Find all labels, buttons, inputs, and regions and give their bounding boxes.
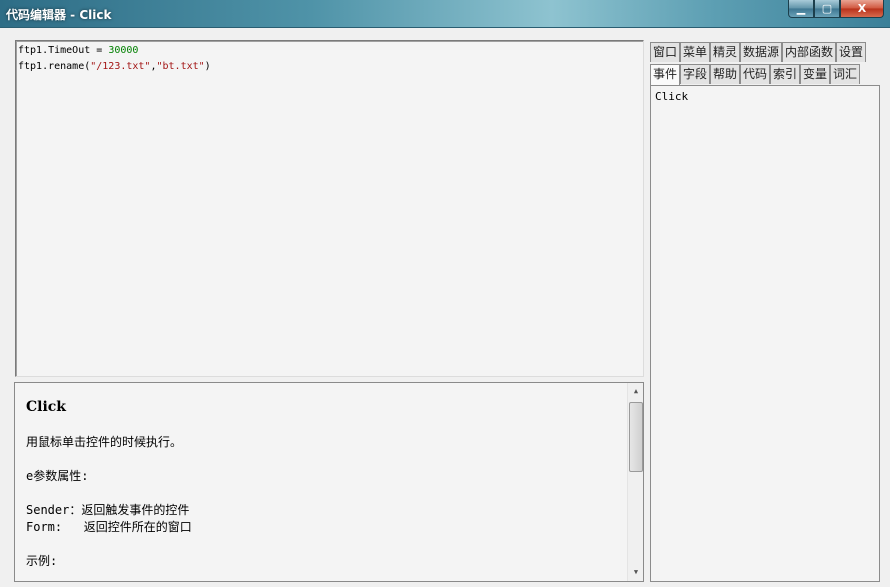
scroll-thumb[interactable]	[629, 402, 643, 472]
tab-vocabulary[interactable]: 词汇	[830, 64, 860, 84]
tab-row-top: 窗口 菜单 精灵 数据源 内部函数 设置	[650, 42, 866, 62]
tab-code[interactable]: 代码	[740, 64, 770, 84]
tab-row-bottom: 事件 字段 帮助 代码 索引 变量 词汇	[650, 64, 860, 85]
maximize-button[interactable]: ▢	[814, 0, 840, 18]
window-controls: ▁ ▢ X	[788, 0, 884, 19]
close-button[interactable]: X	[840, 0, 884, 18]
title-bar: 代码编辑器 - Click ▁ ▢ X	[0, 0, 890, 28]
code-editor[interactable]: ftp1.TimeOut = 30000 ftp1.rename("/123.t…	[15, 40, 644, 377]
window-title: 代码编辑器 - Click	[6, 8, 112, 22]
tab-window[interactable]: 窗口	[650, 42, 680, 62]
scroll-up-icon[interactable]: ▲	[628, 383, 643, 400]
tab-builtin-functions[interactable]: 内部函数	[782, 42, 836, 62]
tab-help[interactable]: 帮助	[710, 64, 740, 84]
help-scrollbar[interactable]: ▲ ▼	[627, 383, 643, 581]
help-param: Sender：返回触发事件的控件	[26, 503, 190, 517]
tab-index[interactable]: 索引	[770, 64, 800, 84]
help-description: 用鼠标单击控件的时候执行。	[26, 435, 183, 449]
events-panel: Click	[650, 85, 880, 582]
help-example-header: 示例:	[26, 554, 58, 568]
help-panel: Click 用鼠标单击控件的时候执行。 e参数属性: Sender：返回触发事件…	[14, 382, 644, 582]
help-title: Click	[26, 399, 67, 415]
code-line: ftp1.TimeOut = 30000	[18, 45, 139, 56]
help-content: Click 用鼠标单击控件的时候执行。 e参数属性: Sender：返回触发事件…	[26, 399, 192, 570]
tab-menu[interactable]: 菜单	[680, 42, 710, 62]
list-item[interactable]: Click	[655, 90, 688, 103]
minimize-button[interactable]: ▁	[788, 0, 814, 18]
tab-sprite[interactable]: 精灵	[710, 42, 740, 62]
tab-events[interactable]: 事件	[650, 64, 680, 85]
tab-datasource[interactable]: 数据源	[740, 42, 782, 62]
scroll-down-icon[interactable]: ▼	[628, 564, 643, 581]
tab-settings[interactable]: 设置	[836, 42, 866, 62]
tab-fields[interactable]: 字段	[680, 64, 710, 84]
code-line: ftp1.rename("/123.txt","bt.txt")	[18, 61, 211, 72]
help-param-header: e参数属性:	[26, 469, 89, 483]
help-param: Form: 返回控件所在的窗口	[26, 520, 192, 534]
tab-variables[interactable]: 变量	[800, 64, 830, 84]
